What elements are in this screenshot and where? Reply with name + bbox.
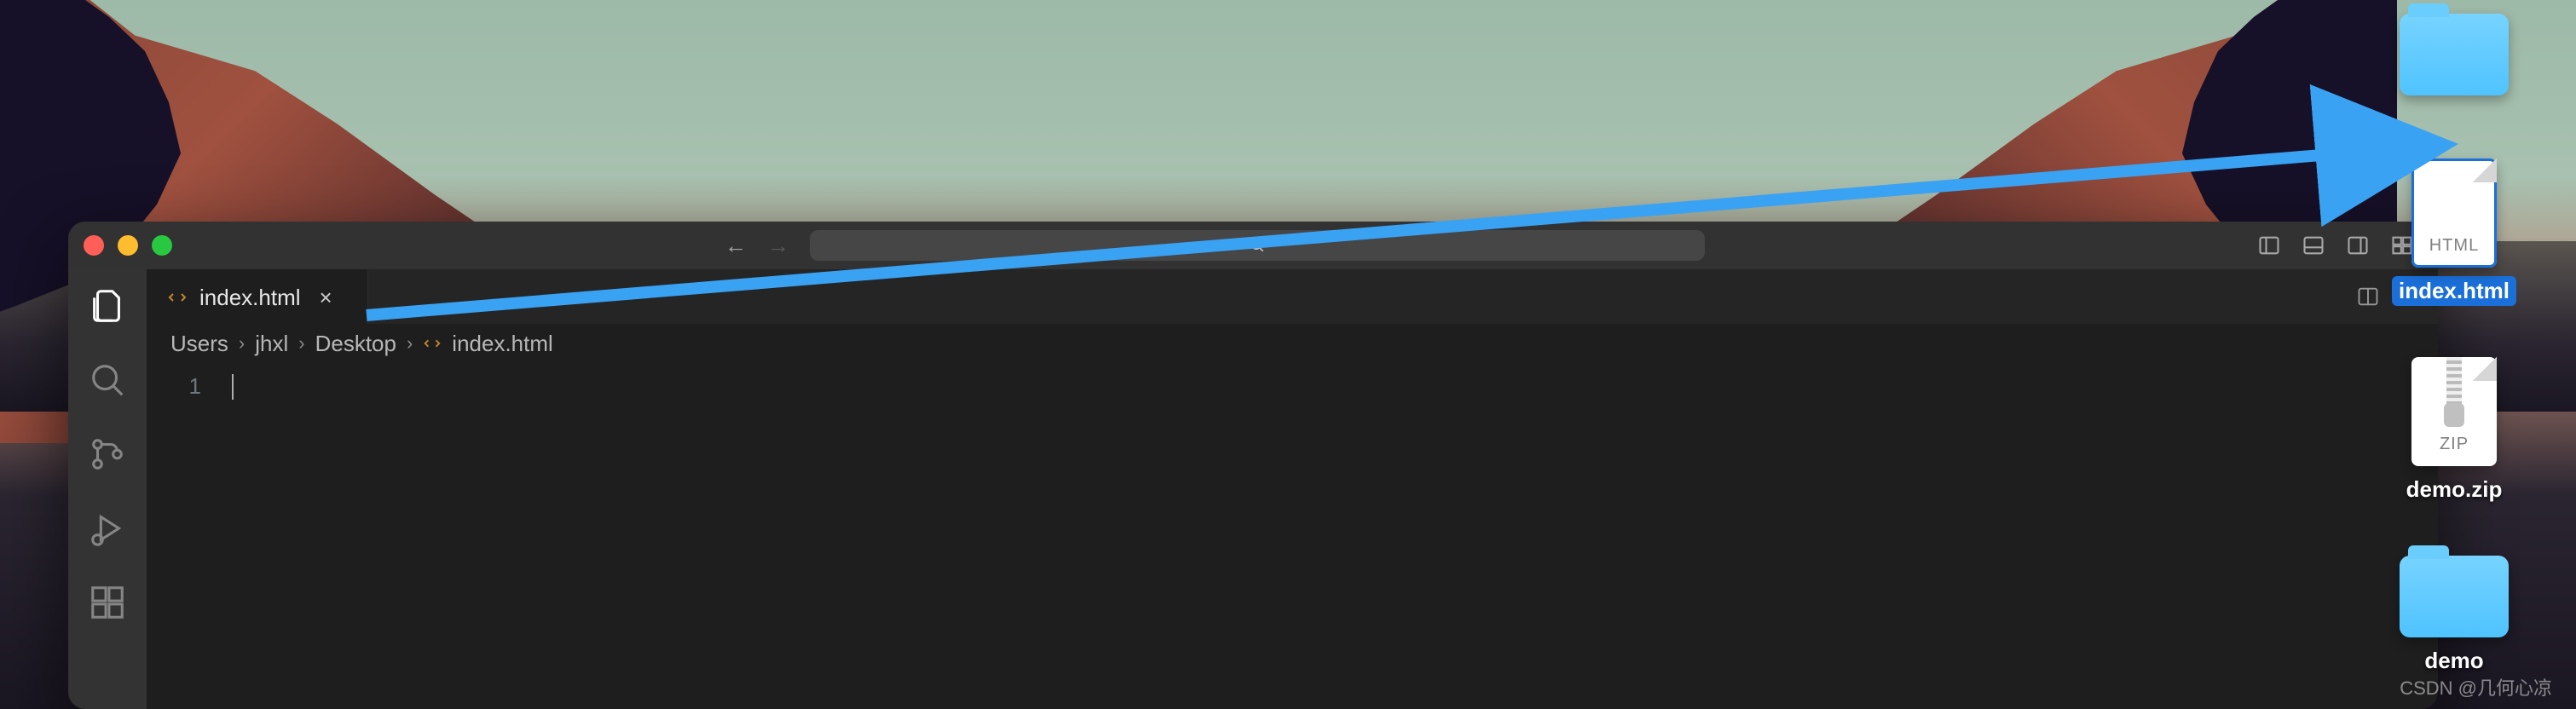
search-icon	[1249, 237, 1266, 254]
line-number-gutter: 1	[147, 363, 232, 709]
tab-index-html[interactable]: index.html ×	[147, 269, 368, 324]
desktop-file-index-html[interactable]: HTML index.html	[2382, 159, 2527, 306]
tab-bar: index.html × ⋯	[147, 269, 2438, 324]
nav-forward-icon[interactable]: →	[767, 233, 789, 259]
breadcrumb-file[interactable]: index.html	[452, 331, 553, 357]
toggle-panel-icon[interactable]	[2302, 233, 2325, 257]
explorer-icon[interactable]	[88, 286, 127, 330]
toggle-primary-sidebar-icon[interactable]	[2257, 233, 2281, 257]
chevron-right-icon: ›	[407, 332, 413, 354]
breadcrumb[interactable]: Users › jhxl › Desktop › index.html	[147, 324, 2438, 363]
line-number: 1	[147, 373, 201, 400]
nav-arrows: ← →	[725, 233, 789, 259]
desktop-item-label: demo.zip	[2400, 475, 2510, 504]
html-file-icon	[423, 334, 442, 353]
html-file-icon	[167, 287, 188, 308]
extensions-icon[interactable]	[88, 583, 127, 626]
window-controls	[84, 235, 172, 256]
text-cursor	[232, 374, 234, 400]
code-content-area[interactable]	[232, 363, 2438, 709]
chevron-right-icon: ›	[239, 332, 245, 354]
desktop-file-demo-zip[interactable]: ZIP demo.zip	[2382, 357, 2527, 504]
breadcrumb-segment[interactable]: Desktop	[315, 331, 396, 357]
search-icon[interactable]	[88, 360, 127, 404]
desktop-folder[interactable]	[2382, 14, 2527, 107]
zip-file-icon: ZIP	[2411, 357, 2497, 466]
source-control-icon[interactable]	[88, 435, 127, 478]
command-center-search[interactable]	[810, 230, 1705, 261]
toggle-secondary-sidebar-icon[interactable]	[2346, 233, 2370, 257]
vscode-window: ← →	[68, 222, 2438, 709]
chevron-right-icon: ›	[298, 332, 304, 354]
file-type-tag: HTML	[2429, 236, 2479, 256]
tab-filename: index.html	[199, 285, 301, 311]
desktop-item-label: index.html	[2392, 276, 2516, 306]
run-debug-icon[interactable]	[88, 509, 127, 552]
code-editor[interactable]: 1	[147, 363, 2438, 709]
split-editor-icon[interactable]	[2356, 285, 2380, 308]
nav-back-icon[interactable]: ←	[725, 233, 747, 259]
file-type-tag: ZIP	[2440, 435, 2469, 454]
minimize-window-button[interactable]	[118, 235, 138, 256]
folder-icon	[2400, 14, 2509, 95]
html-file-icon: HTML	[2411, 159, 2497, 268]
titlebar[interactable]: ← →	[68, 222, 2438, 269]
desktop-folder-demo[interactable]: demo	[2382, 556, 2527, 676]
watermark: CSDN @几何心凉	[2400, 673, 2552, 700]
close-tab-icon[interactable]: ×	[320, 285, 332, 311]
breadcrumb-segment[interactable]: Users	[170, 331, 228, 357]
desktop-item-label: demo	[2417, 646, 2490, 676]
close-window-button[interactable]	[84, 235, 104, 256]
desktop-icons-column: HTML index.html ZIP demo.zip demo	[2382, 14, 2527, 676]
activity-bar	[68, 269, 147, 709]
editor-area: index.html × ⋯ Users › jhxl › Desktop › …	[147, 269, 2438, 709]
desktop-item-label	[2447, 104, 2461, 107]
breadcrumb-segment[interactable]: jhxl	[255, 331, 288, 357]
folder-icon	[2400, 556, 2509, 637]
maximize-window-button[interactable]	[152, 235, 172, 256]
